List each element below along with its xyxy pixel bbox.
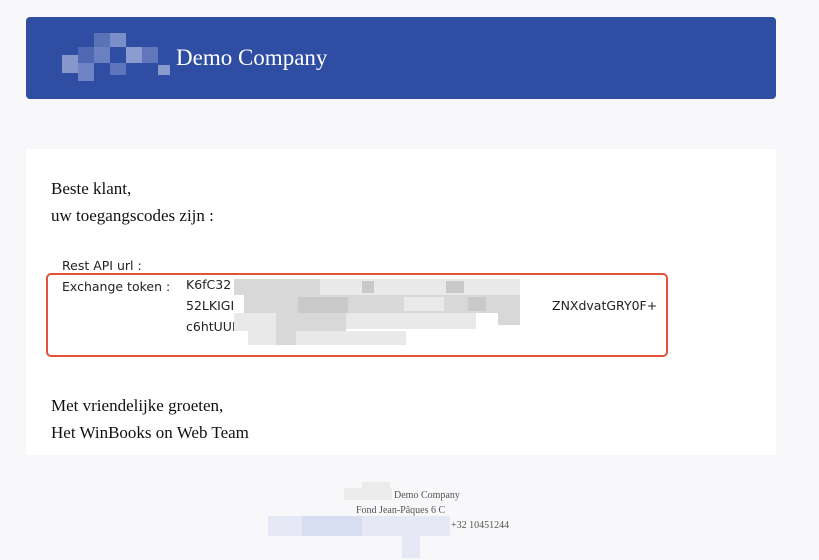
company-logo — [60, 33, 170, 81]
intro-text: uw toegangscodes zijn : — [51, 206, 214, 225]
token-line-2[interactable]: 52LKIGI — [186, 298, 234, 313]
token-line-3[interactable]: c6htUUI — [186, 319, 236, 334]
greeting: Beste klant, — [51, 179, 132, 198]
greeting-block: Beste klant, uw toegangscodes zijn : — [51, 175, 214, 229]
footer-phone: +32 10451244 — [451, 520, 510, 531]
email-header: Demo Company — [26, 17, 776, 99]
token-line-2-end[interactable]: ZNXdvatGRY0F+ — [552, 298, 657, 313]
footer-company: Demo Company — [394, 490, 460, 501]
closing-line-2: Het WinBooks on Web Team — [51, 423, 249, 442]
closing-line-1: Met vriendelijke groeten, — [51, 396, 224, 415]
token-line-1[interactable]: K6fC32 — [186, 277, 231, 292]
footer-address: Fond Jean-Pâques 6 C — [356, 505, 446, 516]
company-name: Demo Company — [176, 45, 328, 70]
closing-block: Met vriendelijke groeten, Het WinBooks o… — [51, 392, 249, 446]
message-card: Beste klant, uw toegangscodes zijn : Res… — [26, 149, 776, 455]
email-footer: Demo Company Fond Jean-Pâques 6 C +32 10… — [0, 482, 819, 560]
